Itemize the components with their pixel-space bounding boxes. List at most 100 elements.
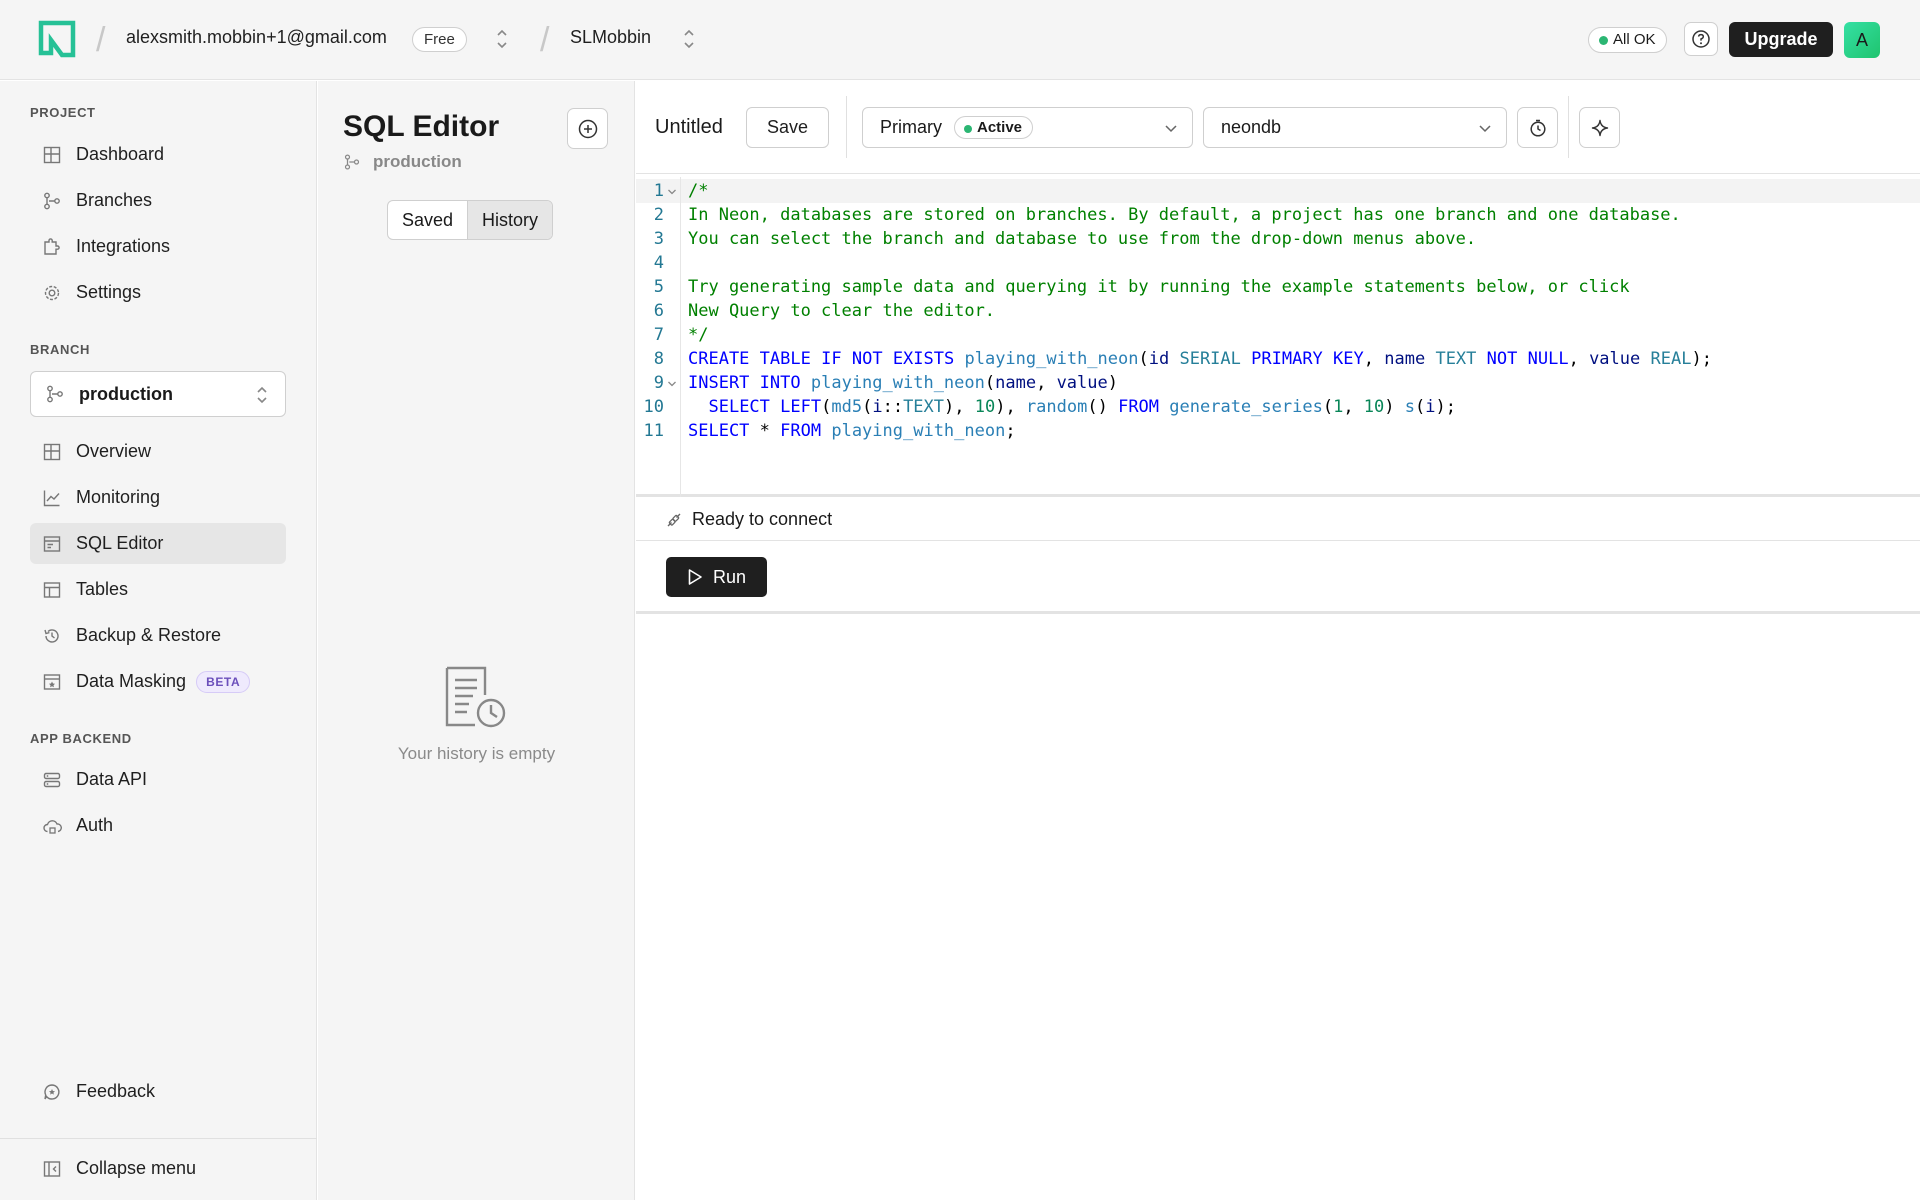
branch-compute-dropdown[interactable]: Primary Active [862,107,1193,148]
empty-history-icon [445,666,506,728]
dashboard-icon [43,146,61,163]
query-title[interactable]: Untitled [655,116,723,139]
sidebar-item-data-masking[interactable]: Data Masking BETA [30,661,286,702]
feedback-icon [44,1083,60,1100]
account-switcher-icon[interactable] [495,26,509,52]
line-number: 5 [653,277,664,297]
code-line: Try generating sample data and querying … [688,277,1630,297]
sidebar-item-overview[interactable]: Overview [30,431,286,472]
neon-logo-icon[interactable] [38,20,76,58]
connection-status-text: Ready to connect [692,509,833,529]
code-line: New Query to clear the editor. [688,301,996,321]
toolbar-divider [1568,96,1569,158]
upgrade-button[interactable]: Upgrade [1729,22,1833,57]
code-line: SELECT LEFT(md5(i::TEXT), 10), random() … [708,397,1456,417]
sidebar-divider [0,1138,317,1139]
save-button[interactable]: Save [746,107,829,148]
section-label-project: PROJECT [30,105,96,120]
chevron-down-icon [1165,125,1177,133]
section-label-branch: BRANCH [30,342,90,357]
line-number: 11 [643,421,664,441]
ai-assist-button[interactable] [1579,107,1620,148]
sidebar-item-label: Feedback [76,1081,156,1101]
branch-select-value: production [79,383,173,404]
saved-history-toggle: Saved History [387,200,554,240]
sidebar-item-branches[interactable]: Branches [30,180,286,221]
branch-icon [44,192,60,209]
sidebar-item-label: Auth [76,815,114,835]
collapse-menu-label: Collapse menu [76,1158,197,1178]
sidebar-item-label: Overview [76,441,152,461]
editor-window-icon [43,535,61,552]
connection-status-bar: Ready to connect [636,499,1920,541]
fold-chevron-icon[interactable] [667,187,677,197]
database-dropdown-value: neondb [1221,117,1282,137]
current-branch: production [343,152,462,172]
cloud-lock-icon [43,819,62,834]
fold-chevron-icon[interactable] [667,379,677,389]
code-line: CREATE TABLE IF NOT EXISTS playing_with_… [688,349,1712,369]
sidebar-item-label: Monitoring [76,487,161,507]
code-line: */ [688,325,709,345]
branch-icon [47,385,63,403]
sidebar-item-tables[interactable]: Tables [30,569,286,610]
sidebar-item-sql-editor[interactable]: SQL Editor [30,523,286,564]
run-button-label: Run [712,566,747,587]
sidebar-item-integrations[interactable]: Integrations [30,226,286,267]
code-line: You can select the branch and database t… [688,229,1477,249]
run-button[interactable]: Run [666,557,767,597]
sidebar-item-dashboard[interactable]: Dashboard [30,134,286,175]
sidebar-item-monitoring[interactable]: Monitoring [30,477,286,518]
breadcrumb-divider-icon: / [540,21,550,59]
plus-circle-icon [578,119,597,138]
current-branch-label: production [373,152,462,171]
sidebar-item-auth[interactable]: Auth [30,805,286,846]
tab-saved[interactable]: Saved [388,201,467,239]
project-name[interactable]: SLMobbin [570,27,651,48]
sidebar-item-label: Dashboard [76,144,165,164]
status-label: All OK [1613,31,1656,48]
code-editor[interactable]: 1 2 3 4 5 6 7 8 9 10 11 /* In Neon, data… [636,177,1920,497]
sidebar-item-data-api[interactable]: Data API [30,759,286,800]
status-dot-icon [1599,36,1608,45]
sidebar-item-label: Data Masking [76,671,187,691]
project-switcher-icon[interactable] [682,26,696,52]
line-number: 3 [653,229,664,249]
avatar[interactable]: A [1844,22,1880,58]
sidebar-item-label: Backup & Restore [76,625,222,645]
history-icon [44,628,59,643]
help-button[interactable] [1684,22,1718,56]
section-label-app-backend: APP BACKEND [30,731,132,746]
sidebar-item-label: Integrations [76,236,171,256]
branch-icon [344,154,360,170]
sidebar-item-feedback[interactable]: Feedback [30,1071,286,1112]
puzzle-icon [44,237,60,255]
play-icon [688,569,702,585]
new-query-button[interactable] [567,108,608,149]
sidebar-item-settings[interactable]: Settings [30,272,286,313]
top-bar: / alexsmith.mobbin+1@gmail.com Free / SL… [0,0,1920,80]
dashboard-icon [43,443,61,460]
breadcrumb-divider-icon: / [96,21,106,59]
code-line: /* [688,181,709,201]
account-email[interactable]: alexsmith.mobbin+1@gmail.com [126,27,387,48]
sidebar-item-label: Branches [76,190,153,210]
database-dropdown[interactable]: neondb [1203,107,1507,148]
code-line: INSERT INTO playing_with_neon(name, valu… [688,373,1118,393]
api-icon [43,772,61,787]
compute-status-badge: Active [954,116,1034,139]
branch-select[interactable]: production [30,371,286,417]
plan-badge: Free [412,27,467,52]
sidebar-item-label: Data API [76,769,148,789]
code-line: SELECT * FROM playing_with_neon; [688,421,1016,441]
sidebar-item-backup-restore[interactable]: Backup & Restore [30,615,286,656]
tab-history[interactable]: History [467,201,553,239]
sql-editor-area: Untitled Save Primary Active neondb 1 2 … [636,81,1920,1200]
explain-timer-button[interactable] [1517,107,1558,148]
line-number: 9 [653,373,664,393]
page-title: SQL Editor [343,110,500,143]
collapse-menu-button[interactable]: Collapse menu [30,1148,286,1189]
chevron-up-down-icon [257,386,267,404]
status-badge[interactable]: All OK [1588,27,1667,53]
code-line: In Neon, databases are stored on branche… [688,205,1681,225]
